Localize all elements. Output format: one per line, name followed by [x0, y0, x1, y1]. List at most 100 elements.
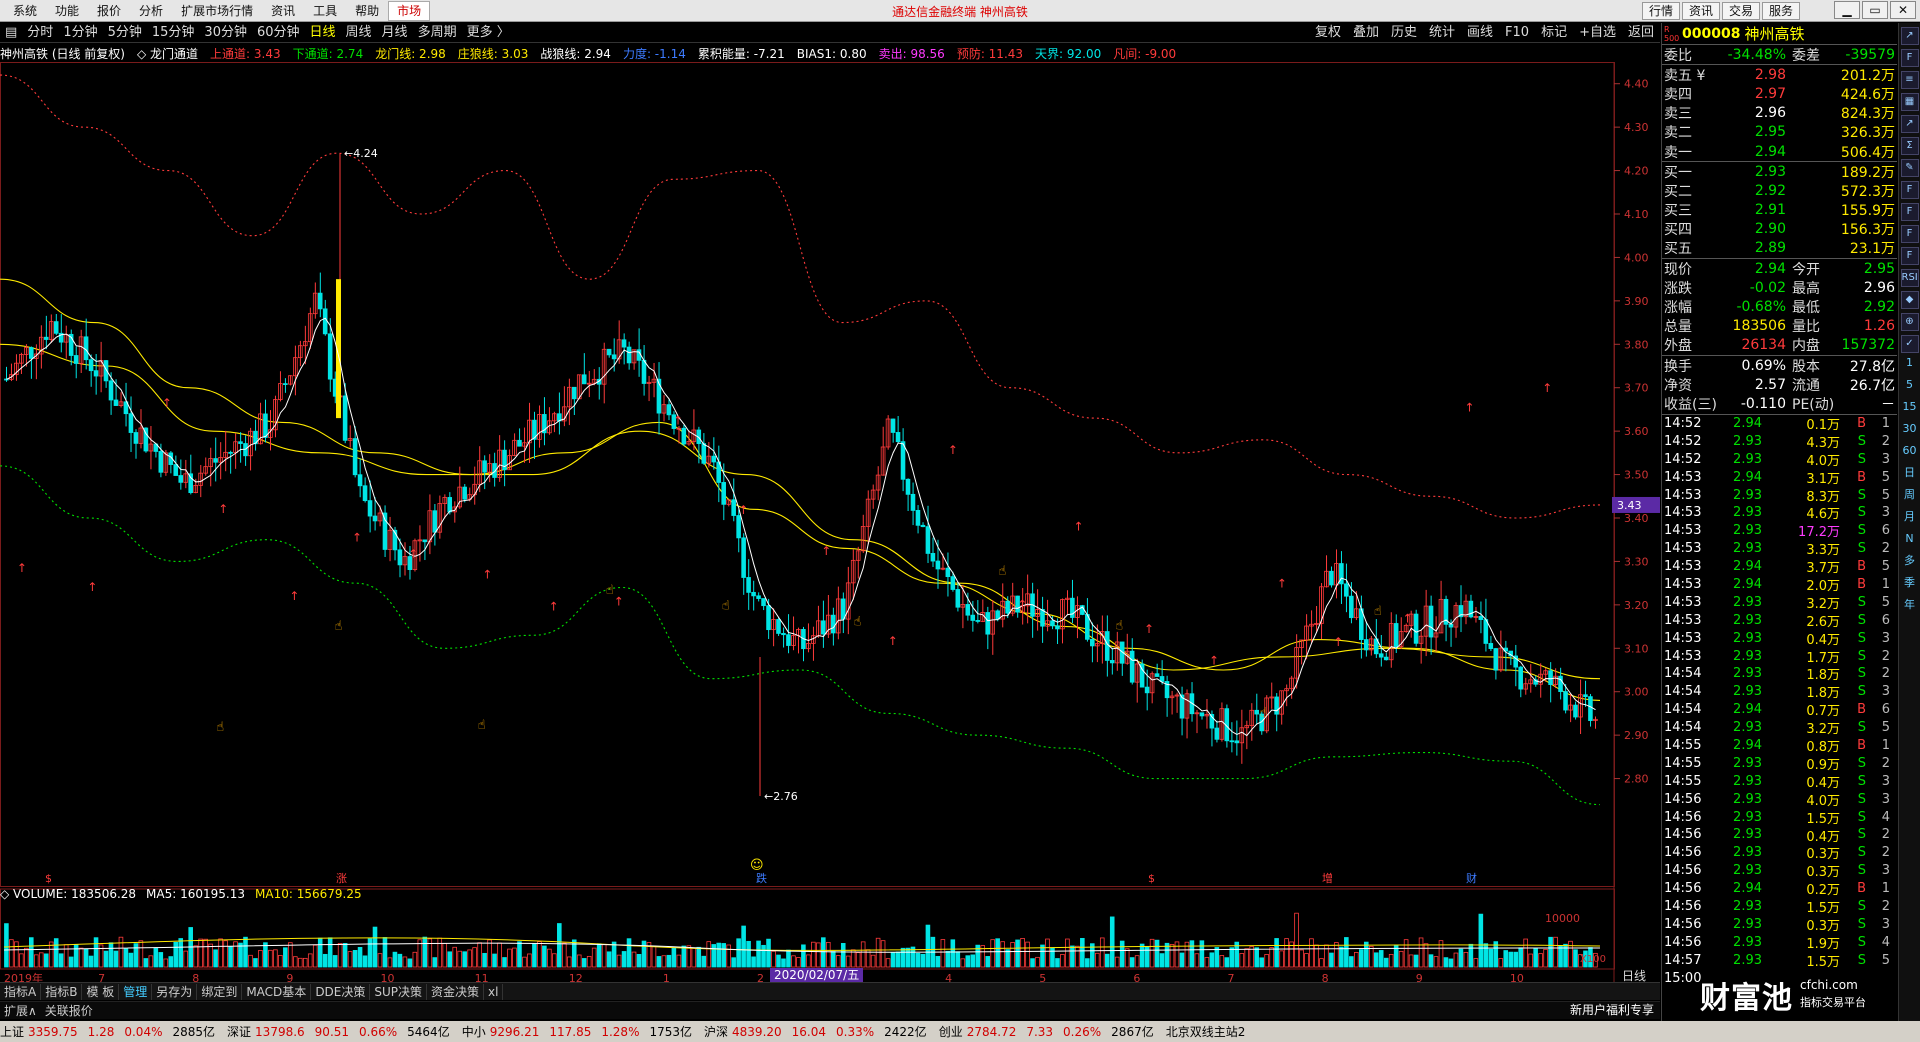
sidebar-tool[interactable]: 月 — [1901, 509, 1919, 529]
sidebar-tool[interactable]: 日 — [1901, 465, 1919, 485]
indicator-tab[interactable]: DDE决策 — [311, 983, 371, 1000]
minimize-button[interactable]: ▁ — [1834, 1, 1860, 19]
period-tab[interactable]: 30分钟 — [199, 24, 252, 42]
sidebar-tool[interactable]: RSI — [1900, 269, 1919, 287]
indicator-tab[interactable]: MACD基本 — [242, 983, 312, 1000]
order-level[interactable]: 卖四 2.97 424.6万 — [1662, 84, 1897, 103]
index-item[interactable]: 沪深 4839.20 16.04 0.33% 2422亿 — [704, 1023, 927, 1040]
sidebar-tool[interactable]: F — [1900, 247, 1919, 265]
period-tab[interactable]: 更多 〉 — [462, 24, 515, 42]
sidebar-tool[interactable]: F — [1900, 181, 1919, 199]
top-button[interactable]: 行情 — [1641, 2, 1680, 20]
index-item[interactable]: 深证 13798.6 90.51 0.66% 5464亿 — [227, 1023, 450, 1040]
order-level[interactable]: 卖一 2.94 506.4万 — [1662, 142, 1897, 161]
menu-item[interactable]: 工具 — [304, 0, 346, 22]
sidebar-tool[interactable]: Σ — [1900, 137, 1919, 155]
sidebar-tool[interactable]: ✓ — [1900, 335, 1919, 353]
order-level[interactable]: 卖二 2.95 326.3万 — [1662, 123, 1897, 142]
sidebar-tool[interactable]: F — [1900, 203, 1919, 221]
menu-item[interactable]: 功能 — [46, 0, 88, 22]
menu-item[interactable]: 分析 — [130, 0, 172, 22]
indicator-tab[interactable]: 指标A — [0, 983, 42, 1000]
sidebar-tool[interactable]: 季 — [1901, 575, 1919, 595]
period-tab[interactable]: 60分钟 — [252, 24, 305, 42]
indicator-tab[interactable]: 资金决策 — [427, 983, 485, 1000]
order-level[interactable]: 买五 2.89 23.1万 — [1662, 239, 1897, 258]
sidebar-tool[interactable]: ⊕ — [1900, 313, 1919, 331]
sidebar-tool[interactable]: ↗ — [1900, 27, 1919, 45]
kline-chart[interactable]: 4.40 4.30 4.20 4.10 4.00 3.90 3.80 3.70 3.60 3.50… — [0, 62, 1660, 982]
sidebar-tool[interactable]: 15 — [1901, 399, 1919, 419]
order-level[interactable]: 买四 2.90 156.3万 — [1662, 220, 1897, 239]
period-tab[interactable]: 月线 — [377, 24, 413, 42]
tick-count: 4 — [1881, 934, 1890, 950]
sidebar-tool[interactable]: 30 — [1901, 421, 1919, 441]
sidebar-tool[interactable]: F — [1900, 49, 1919, 67]
period-tab[interactable]: 15分钟 — [147, 24, 200, 42]
level-label: 买四 — [1664, 222, 1692, 239]
sidebar-tool[interactable]: ↗ — [1900, 115, 1919, 133]
extension-tab[interactable]: 关联报价 — [41, 1002, 97, 1019]
indicator-tab[interactable]: 模 板 — [82, 983, 120, 1000]
indicator-tab[interactable]: 管理 — [119, 983, 153, 1000]
sidebar-tool[interactable]: 60 — [1901, 443, 1919, 463]
top-button[interactable]: 服务 — [1761, 2, 1800, 20]
index-item[interactable]: 中小 9296.21 117.85 1.28% 1753亿 — [462, 1023, 692, 1040]
layout-icon[interactable]: ▤ — [0, 24, 22, 42]
chart-tool-button[interactable]: F10 — [1499, 24, 1535, 42]
sidebar-tool[interactable]: 多 — [1901, 553, 1919, 573]
chart-tool-button[interactable]: +自选 — [1573, 24, 1622, 42]
period-tab[interactable]: 日线 — [305, 24, 341, 42]
top-button[interactable]: 资讯 — [1681, 2, 1720, 20]
top-button[interactable]: 交易 — [1721, 2, 1760, 20]
sidebar-tool[interactable]: 年 — [1901, 597, 1919, 617]
menu-item[interactable]: 系统 — [4, 0, 46, 22]
promo-text[interactable]: 新用户福利专享 — [1570, 1001, 1654, 1018]
index-item[interactable]: 创业 2784.72 7.33 0.26% 2867亿 — [939, 1023, 1154, 1040]
indicator-tab[interactable]: 指标B — [41, 983, 83, 1000]
sidebar-tool[interactable]: ✎ — [1900, 159, 1919, 177]
sidebar-tool[interactable]: 1 — [1901, 355, 1919, 375]
menu-item[interactable]: 资讯 — [262, 0, 304, 22]
menu-item[interactable]: 帮助 — [346, 0, 388, 22]
sidebar-tool[interactable]: ▦ — [1900, 93, 1919, 111]
period-tab[interactable]: 5分钟 — [103, 24, 147, 42]
period-tab[interactable]: 分时 — [22, 24, 58, 42]
menu-item[interactable]: 报价 — [88, 0, 130, 22]
period-tab[interactable]: 1分钟 — [58, 24, 102, 42]
period-tab[interactable]: 周线 — [341, 24, 377, 42]
order-level[interactable]: 买三 2.91 155.9万 — [1662, 201, 1897, 220]
menu-item[interactable]: 扩展市场行情 — [172, 0, 262, 22]
sidebar-tool[interactable]: 周 — [1901, 487, 1919, 507]
chart-tool-button[interactable]: 历史 — [1385, 24, 1423, 42]
chart-tool-button[interactable]: 标记 — [1535, 24, 1573, 42]
indicator-tab[interactable]: xl — [484, 983, 504, 1000]
maximize-button[interactable]: ▭ — [1862, 1, 1888, 19]
tick-list[interactable]: 14:52 2.94 0.1万 B 1 14:52 2.93 4.3万 S 2 14:52 2.93 4… — [1662, 413, 1897, 988]
extension-tab[interactable]: 扩展∧ — [0, 1002, 41, 1019]
chart-tool-button[interactable]: 叠加 — [1347, 24, 1385, 42]
order-level[interactable]: 卖三 2.96 824.3万 — [1662, 104, 1897, 123]
menu-item[interactable]: 市场 — [388, 1, 431, 21]
sidebar-tool[interactable]: ≡ — [1900, 71, 1919, 89]
chart-tool-button[interactable]: 返回 — [1622, 24, 1660, 42]
indicator-tab[interactable]: SUP决策 — [370, 983, 428, 1000]
indicator-tab[interactable]: 另存为 — [152, 983, 198, 1000]
period-tab[interactable]: 多周期 — [413, 24, 462, 42]
server-name[interactable]: 北京双线主站2 — [1166, 1023, 1246, 1040]
sidebar-tool[interactable]: 5 — [1901, 377, 1919, 397]
chart-tool-button[interactable]: 画线 — [1461, 24, 1499, 42]
order-level[interactable]: 买二 2.92 572.3万 — [1662, 181, 1897, 200]
chart-tool-button[interactable]: 复权 — [1309, 24, 1347, 42]
sidebar-tool[interactable]: ◆ — [1900, 291, 1919, 309]
row-label2: 最高 — [1792, 280, 1820, 297]
volume-bar — [322, 953, 328, 968]
order-level[interactable]: 卖五 ¥ 2.98 201.2万 — [1662, 65, 1897, 84]
index-item[interactable]: 上证 3359.75 1.28 0.04% 2885亿 — [0, 1023, 215, 1040]
indicator-tab[interactable]: 绑定到 — [197, 983, 243, 1000]
sidebar-tool[interactable]: F — [1900, 225, 1919, 243]
sidebar-tool[interactable]: N — [1901, 531, 1919, 551]
order-level[interactable]: 买一 2.93 189.2万 — [1662, 162, 1897, 181]
close-button[interactable]: ✕ — [1890, 1, 1916, 19]
chart-tool-button[interactable]: 统计 — [1423, 24, 1461, 42]
